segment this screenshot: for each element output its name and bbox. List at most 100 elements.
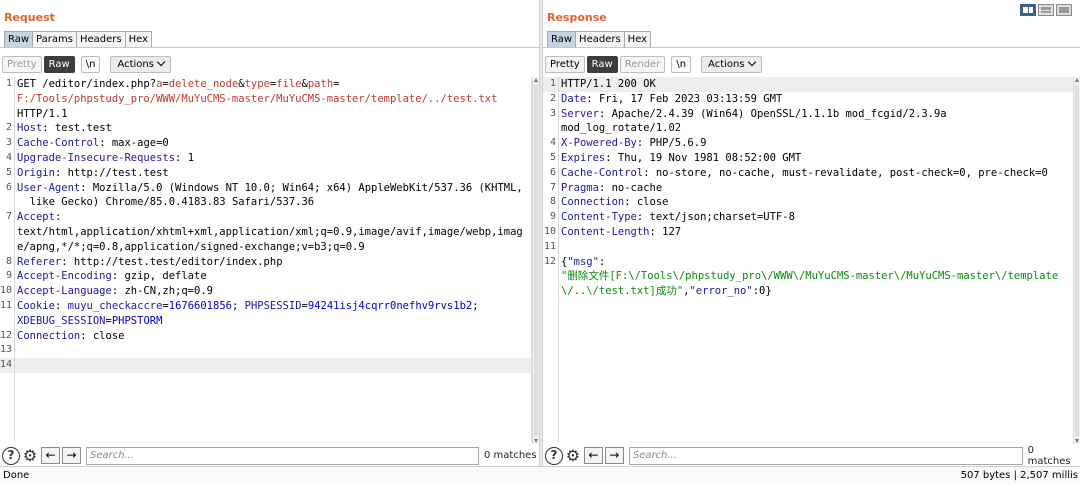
line-text: Content-Length: 127	[558, 225, 1073, 240]
request-editor[interactable]: 1 GET /editor/index.php?a=delete_node&typ…	[0, 77, 532, 442]
code-line: 8 Connection: close	[543, 195, 1073, 210]
line-number: 4	[549, 137, 556, 149]
token: User-Agent	[17, 181, 81, 194]
token: : gzip, deflate	[111, 270, 207, 283]
token: GET /editor/index.php?	[17, 78, 157, 90]
actions-menu-button[interactable]: Actions	[701, 56, 762, 73]
tab-raw[interactable]: Raw	[547, 31, 576, 48]
token: :0}	[752, 285, 772, 298]
newline-toggle[interactable]: \n	[80, 56, 101, 73]
line-number: 3	[5, 137, 12, 149]
request-scrollbar[interactable]	[532, 77, 539, 444]
gear-icon[interactable]: ⚙	[564, 446, 582, 465]
line-number: 13	[0, 344, 13, 356]
search-prev-button[interactable]: ←	[583, 447, 603, 464]
line-number: 2	[549, 92, 556, 104]
token: ;	[231, 299, 245, 312]
raw-button[interactable]: Raw	[43, 56, 75, 73]
gear-icon[interactable]: ⚙	[21, 446, 39, 465]
scroll-thumb[interactable]	[1075, 85, 1079, 436]
actions-menu-button[interactable]: Actions	[110, 56, 171, 73]
tab-hex[interactable]: Hex	[623, 31, 652, 48]
actions-label: Actions	[708, 59, 745, 70]
line-text: Date: Fri, 17 Feb 2023 03:13:59 GMT	[558, 92, 1073, 107]
token: path	[307, 78, 334, 90]
token: 94241isj4cqrr0nefhv9rvs1b2	[307, 299, 473, 312]
matches-count: 0 matches	[1027, 444, 1071, 467]
token: : Apache/2.4.39 (Win64) OpenSSL/1.1.1b m…	[598, 107, 947, 120]
render-button[interactable]: Render	[619, 56, 666, 73]
search-next-button[interactable]: →	[604, 447, 624, 464]
line-number: 8	[5, 255, 12, 267]
line-text: Referer: http://test.test/editor/index.p…	[14, 255, 531, 270]
token: : close	[624, 196, 669, 209]
token: Cookie	[17, 299, 55, 312]
actions-label: Actions	[117, 59, 154, 70]
tab-headers[interactable]: Headers	[75, 31, 125, 48]
pretty-button[interactable]: Pretty	[2, 56, 42, 73]
line-text	[558, 240, 1073, 255]
search-input[interactable]	[628, 446, 1023, 465]
layout-tabs-icon[interactable]	[1056, 4, 1072, 16]
layout-side-by-side-icon[interactable]	[1020, 4, 1036, 16]
code-line: 11	[543, 240, 1073, 255]
token: file	[276, 78, 302, 90]
raw-button[interactable]: Raw	[586, 56, 618, 73]
line-number: 5	[549, 151, 556, 163]
line-text: Host: test.test	[14, 121, 531, 136]
tab-headers[interactable]: Headers	[575, 31, 624, 48]
search-input[interactable]	[86, 446, 479, 465]
line-text: Cache-Control: no-store, no-cache, must-…	[558, 166, 1073, 181]
line-text: User-Agent: Mozilla/5.0 (Windows NT 10.0…	[14, 181, 531, 211]
line-number: 7	[5, 211, 12, 223]
token: Accept-Encoding	[17, 270, 112, 283]
tab-params[interactable]: Params	[32, 31, 76, 48]
code-line: 12 {"msg": "删除文件[F:\/Tools\/phpstudy_pro\/…	[543, 255, 1073, 299]
pretty-button[interactable]: Pretty	[545, 56, 585, 73]
line-number: 6	[549, 166, 556, 178]
help-icon[interactable]: ?	[2, 446, 20, 465]
request-search-bar: ? ⚙ ← → 0 matches	[0, 445, 539, 466]
search-next-button[interactable]: →	[62, 447, 81, 464]
code-line: 3 Cache-Control: max-age=0	[0, 136, 531, 151]
code-line: 10 Accept-Language: zh-CN,zh;q=0.9	[0, 284, 531, 299]
line-text: Pragma: no-cache	[558, 181, 1073, 196]
line-number: 5	[5, 166, 12, 178]
scroll-thumb[interactable]	[534, 85, 538, 436]
token: : max-age=0	[99, 137, 169, 150]
status-text: Done	[3, 470, 30, 481]
line-number: 11	[0, 299, 13, 311]
scroll-down-icon[interactable]	[1075, 439, 1079, 443]
scroll-up-icon[interactable]	[1075, 78, 1079, 82]
line-text: Connection: close	[14, 329, 531, 344]
line-text: {"msg": "删除文件[F:\/Tools\/phpstudy_pro\/WW…	[558, 255, 1073, 299]
help-icon[interactable]: ?	[545, 446, 563, 465]
scroll-down-icon[interactable]	[534, 439, 538, 443]
token: : 127	[649, 225, 682, 238]
newline-toggle[interactable]: \n	[671, 56, 692, 73]
response-scrollbar[interactable]	[1073, 77, 1080, 444]
token: Expires	[561, 151, 606, 164]
scroll-up-icon[interactable]	[534, 78, 538, 82]
status-bar: Done 507 bytes | 2,507 millis	[0, 466, 1080, 484]
search-prev-button[interactable]: ←	[41, 447, 60, 464]
token: : Thu, 19 Nov 1981 08:52:00 GMT	[605, 151, 802, 164]
code-line: 14	[0, 358, 531, 373]
tabs-divider	[543, 47, 1080, 48]
line-text: Origin: http://test.test	[14, 166, 531, 181]
response-editor[interactable]: 1 HTTP/1.1 200 OK 2 Date: Fri, 17 Feb 2023 …	[543, 77, 1073, 442]
response-pane: Response Raw Headers Hex Pretty Raw Rend…	[543, 0, 1080, 467]
layout-stacked-icon[interactable]	[1038, 4, 1054, 16]
line-number: 14	[0, 359, 13, 371]
code-line: 9 Content-Type: text/json;charset=UTF-8	[543, 210, 1073, 225]
token: Pragma	[561, 181, 599, 194]
token: 1676601856	[168, 299, 232, 312]
gutter-divider	[558, 77, 559, 442]
tab-raw[interactable]: Raw	[4, 31, 33, 48]
response-search-bar: ? ⚙ ← → 0 matches	[543, 444, 1080, 467]
code-line: 9 Accept-Encoding: gzip, deflate	[0, 269, 531, 284]
response-tabs: Raw Headers Hex	[547, 31, 652, 48]
token: \/..\/test.txt]成功"	[561, 285, 684, 298]
tab-hex[interactable]: Hex	[124, 31, 152, 48]
token: :	[598, 255, 606, 268]
